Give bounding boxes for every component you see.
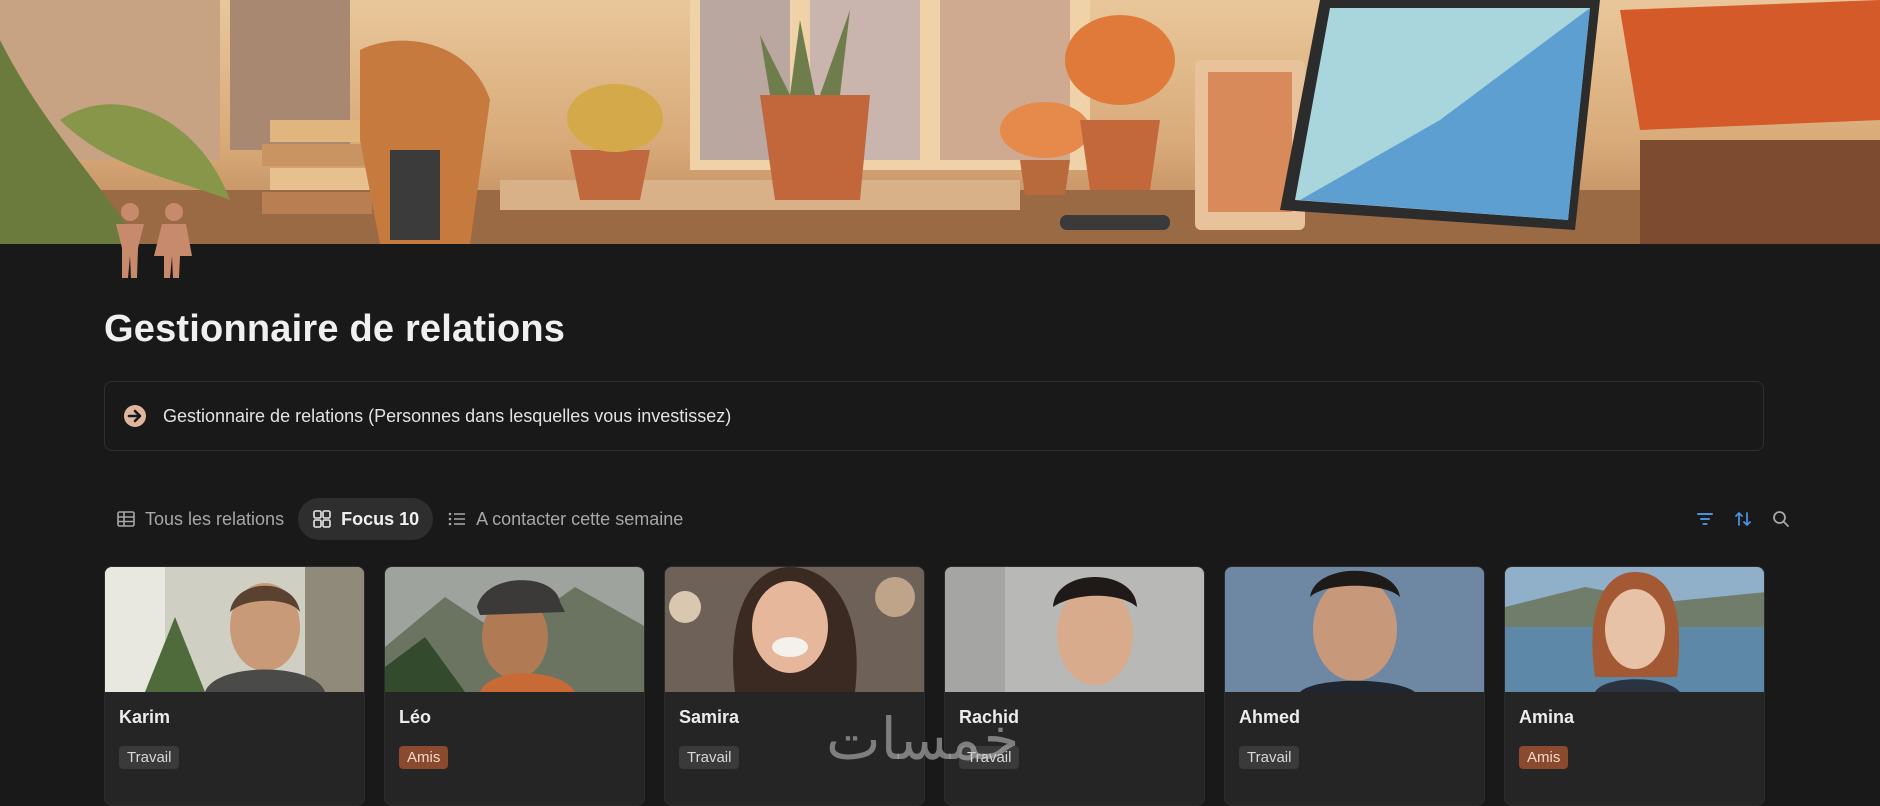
view-tabs: Tous les relations Focus 10 A contacter … [104, 498, 697, 540]
relation-tag: Travail [119, 746, 180, 769]
contact-card[interactable]: Amina Amis [1504, 566, 1765, 806]
contact-name: Samira [679, 707, 740, 727]
contact-name: Amina [1519, 707, 1575, 727]
contact-card[interactable]: Karim Travail [104, 566, 365, 806]
contact-card[interactable]: Ahmed Travail [1224, 566, 1485, 806]
tab-focus-10[interactable]: Focus 10 [298, 498, 434, 540]
arrow-right-circle-icon [123, 404, 147, 428]
filter-icon[interactable] [1694, 508, 1716, 530]
gallery-icon [313, 510, 331, 528]
page-cover-image[interactable] [0, 0, 1880, 244]
sort-icon[interactable] [1732, 508, 1754, 530]
contact-photo [105, 567, 364, 692]
contact-photo [385, 567, 644, 692]
callout-text: Gestionnaire de relations (Personnes dan… [163, 405, 732, 426]
contact-name: Léo [399, 707, 432, 727]
view-toolbar [1694, 508, 1792, 530]
page-title: Gestionnaire de relations [104, 308, 566, 350]
relation-tag: Amis [399, 746, 449, 769]
relation-tag: Travail [679, 746, 740, 769]
watermark-logo: خمسات [826, 705, 1020, 773]
tab-contact-this-week[interactable]: A contacter cette semaine [433, 498, 697, 540]
relation-tag: Travail [1239, 746, 1300, 769]
table-icon [117, 511, 135, 527]
people-icon[interactable] [104, 200, 200, 280]
contact-photo [945, 567, 1204, 692]
callout-box: Gestionnaire de relations (Personnes dan… [104, 381, 1764, 451]
contact-photo [665, 567, 924, 692]
contact-name: Ahmed [1239, 707, 1301, 727]
tab-all-relations[interactable]: Tous les relations [104, 498, 298, 540]
contact-name: Karim [119, 707, 171, 727]
contact-photo [1505, 567, 1764, 692]
contact-photo [1225, 567, 1484, 692]
list-icon [448, 512, 466, 526]
tab-label: Focus 10 [341, 508, 420, 529]
search-icon[interactable] [1770, 508, 1792, 530]
contact-card[interactable]: Léo Amis [384, 566, 645, 806]
relation-tag: Amis [1519, 746, 1569, 769]
tab-label: Tous les relations [145, 508, 285, 529]
tab-label: A contacter cette semaine [476, 508, 684, 529]
